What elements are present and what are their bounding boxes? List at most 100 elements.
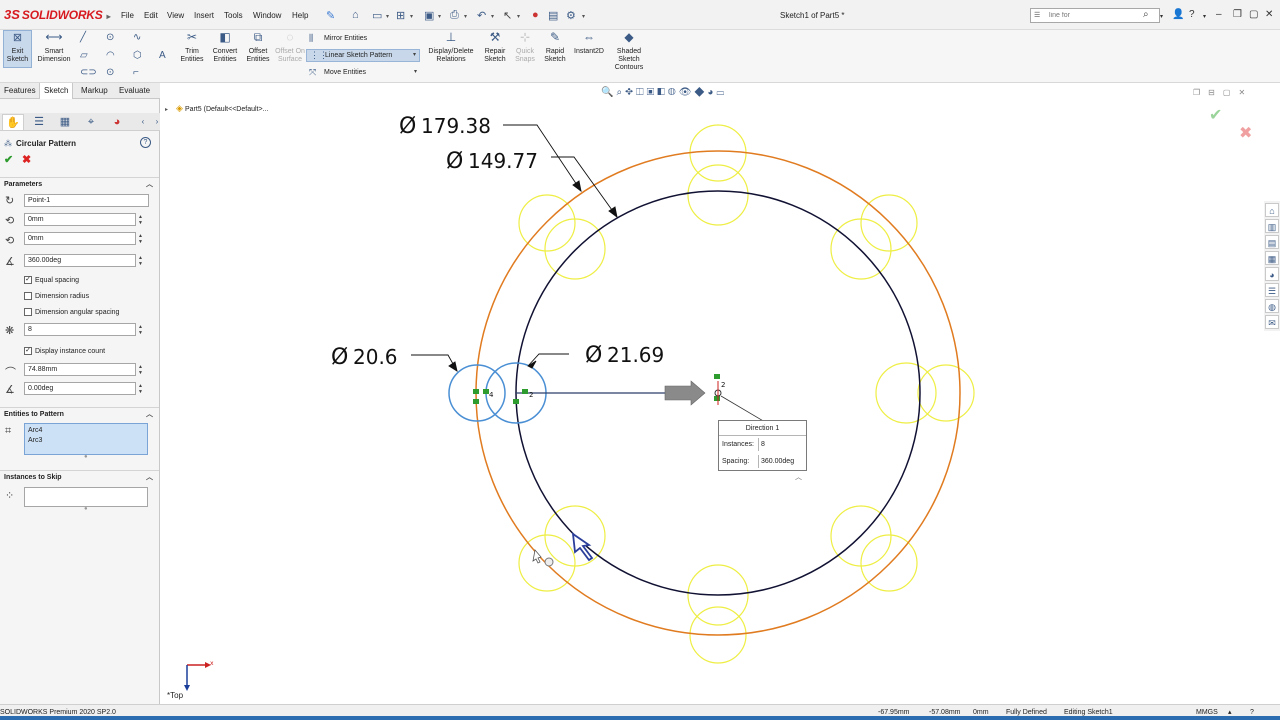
- list-item[interactable]: Arc3: [28, 436, 144, 446]
- dimension-d3[interactable]: 20.6: [353, 345, 398, 369]
- display-manager-tab-icon[interactable]: ◕: [106, 114, 128, 130]
- angle-field[interactable]: 360.00deg: [24, 254, 136, 267]
- file-properties-icon[interactable]: ▤: [548, 9, 558, 22]
- menu-tools[interactable]: Tools: [224, 11, 243, 20]
- menu-edit[interactable]: Edit: [144, 11, 158, 20]
- open-dropdown-icon[interactable]: ▾: [410, 13, 413, 20]
- solidworks-resources-icon[interactable]: ⌂: [1265, 203, 1279, 217]
- tab-evaluate[interactable]: Evaluate: [115, 83, 154, 99]
- zoom-to-fit-icon[interactable]: 🔍: [601, 87, 616, 98]
- previous-view-icon[interactable]: ✥: [625, 87, 636, 98]
- center-x-field[interactable]: 0mm: [24, 213, 136, 226]
- repair-sketch-button[interactable]: ⚒ Repair Sketch: [480, 31, 510, 64]
- arc-angle-field[interactable]: 0.00deg: [24, 382, 136, 395]
- undo-icon[interactable]: ↶: [477, 9, 486, 22]
- entities-list[interactable]: Arc4 Arc3: [24, 423, 148, 455]
- arc-angle-spinner[interactable]: ▲ ▼: [138, 383, 143, 395]
- preview-circle[interactable]: [687, 164, 749, 226]
- resize-handle-icon[interactable]: ●: [84, 454, 88, 460]
- fillet-icon[interactable]: ⌐: [133, 67, 139, 78]
- close-icon[interactable]: ✕: [1265, 9, 1273, 20]
- dimxpert-tab-icon[interactable]: ⌖: [80, 114, 102, 130]
- center-y-field[interactable]: 0mm: [24, 232, 136, 245]
- user-icon[interactable]: 👤: [1172, 9, 1184, 20]
- dimension-angular-spacing-check[interactable]: [24, 308, 32, 317]
- mirror-entities-button[interactable]: ⫼ Mirror Entities: [306, 32, 420, 45]
- search-box[interactable]: ☰ ⌕: [1030, 8, 1160, 23]
- feature-manager-tab-icon[interactable]: ☰: [28, 114, 50, 130]
- shaded-sketch-contours-button[interactable]: ◆ Shaded Sketch Contours: [609, 31, 649, 72]
- restore-icon[interactable]: ❐: [1233, 9, 1242, 20]
- rapid-sketch-button[interactable]: ✎ Rapid Sketch: [541, 31, 569, 64]
- instances-field[interactable]: 8: [24, 323, 136, 336]
- list-item[interactable]: Arc4: [28, 426, 144, 436]
- options-gear-icon[interactable]: ⚙: [566, 9, 576, 22]
- minimize-icon[interactable]: –: [1216, 9, 1222, 20]
- radius-field[interactable]: 74.88mm: [24, 363, 136, 376]
- pin-icon[interactable]: ✎: [326, 9, 335, 22]
- dimension-angular-spacing-checkbox[interactable]: Dimension angular spacing: [24, 308, 119, 317]
- linear-sketch-pattern-button[interactable]: ⋮⋮ Linear Sketch Pattern ▾: [306, 49, 420, 62]
- menu-window[interactable]: Window: [253, 11, 281, 20]
- community-icon[interactable]: ◍: [1265, 299, 1279, 313]
- trim-entities-button[interactable]: ✂ Trim Entities: [177, 31, 207, 64]
- sketch-canvas[interactable]: Ø 179.38 Ø 149.77 Ø 20.6 Ø 21.69 4 2 2 x: [161, 83, 1280, 704]
- slot-icon[interactable]: ⊂⊃: [80, 67, 97, 78]
- dimension-d1[interactable]: 179.38: [421, 114, 491, 138]
- save-dropdown-icon[interactable]: ▾: [438, 13, 441, 20]
- resize-handle-icon[interactable]: ●: [84, 506, 88, 512]
- ok-button[interactable]: ✔: [4, 153, 13, 166]
- direction-arrow-icon[interactable]: [664, 380, 706, 406]
- tab-markup[interactable]: Markup: [77, 83, 112, 99]
- menu-file[interactable]: File: [121, 11, 134, 20]
- feature-tree-item[interactable]: Part5 (Default<<Default>...: [185, 106, 268, 113]
- preview-circle[interactable]: [875, 362, 937, 424]
- point-icon[interactable]: ⊙: [106, 67, 114, 78]
- chevron-up-icon[interactable]: ︿: [146, 178, 153, 192]
- cancel-button[interactable]: ✖: [22, 153, 31, 166]
- text-icon[interactable]: A: [159, 50, 166, 61]
- appearances-icon[interactable]: ◕: [1265, 267, 1279, 281]
- entities-group-header[interactable]: Entities to Pattern ︿: [0, 407, 159, 421]
- undo-dropdown-icon[interactable]: ▾: [491, 13, 494, 20]
- property-manager-tab-icon[interactable]: ✋: [2, 114, 24, 130]
- equal-spacing-check[interactable]: ✓: [24, 276, 32, 285]
- save-icon[interactable]: ▣: [424, 9, 434, 22]
- file-explorer-icon[interactable]: ▤: [1265, 235, 1279, 249]
- dimension-radius-checkbox[interactable]: Dimension radius: [24, 292, 89, 301]
- center-point-field[interactable]: Point-1: [24, 194, 149, 207]
- angle-spinner[interactable]: ▲ ▼: [138, 255, 143, 267]
- chevron-up-icon[interactable]: ︿: [146, 408, 153, 422]
- viewport-close-icon[interactable]: ✕: [1238, 88, 1253, 97]
- view-orientation-icon[interactable]: ◧: [657, 87, 668, 98]
- direction-callout[interactable]: Direction 1 Instances: 8 Spacing: 360.00…: [718, 420, 807, 471]
- menu-help[interactable]: Help: [292, 11, 308, 20]
- home-icon[interactable]: ⌂: [352, 9, 359, 21]
- instant2d-button[interactable]: ⇔ Instant2D: [571, 31, 607, 56]
- convert-entities-button[interactable]: ◧ Convert Entities: [209, 31, 241, 64]
- parameters-group-header[interactable]: Parameters ︿: [0, 177, 159, 191]
- view-settings-icon[interactable]: ▭: [716, 87, 727, 98]
- preview-circle[interactable]: [917, 364, 975, 422]
- line-icon[interactable]: ╱: [80, 32, 86, 43]
- new-document-icon[interactable]: ▭: [372, 9, 382, 22]
- select-icon[interactable]: ↖: [503, 9, 512, 22]
- skip-group-header[interactable]: Instances to Skip ︿: [0, 470, 159, 484]
- spline-icon[interactable]: ∿: [133, 32, 141, 43]
- instances-to-skip-list[interactable]: [24, 487, 148, 507]
- center-point[interactable]: [714, 374, 722, 405]
- search-dropdown-icon[interactable]: ▾: [1160, 13, 1163, 20]
- custom-properties-icon[interactable]: ☰: [1265, 283, 1279, 297]
- spacing-value[interactable]: 360.00deg: [758, 455, 806, 468]
- center-y-spinner[interactable]: ▲ ▼: [138, 233, 143, 245]
- zoom-to-area-icon[interactable]: ⌕: [616, 87, 625, 98]
- rebuild-icon[interactable]: ●: [532, 9, 539, 21]
- print-dropdown-icon[interactable]: ▾: [464, 13, 467, 20]
- move-dropdown-icon[interactable]: ▾: [414, 66, 417, 79]
- tab-features[interactable]: Features: [0, 83, 40, 99]
- dimension-radius-check[interactable]: [24, 292, 32, 301]
- search-input[interactable]: [1031, 9, 1131, 22]
- tab-sketch[interactable]: Sketch: [39, 83, 74, 99]
- move-entities-button[interactable]: ⤧ Move Entities ▾: [306, 66, 420, 79]
- viewport-tile-icon[interactable]: ⊟: [1208, 88, 1223, 97]
